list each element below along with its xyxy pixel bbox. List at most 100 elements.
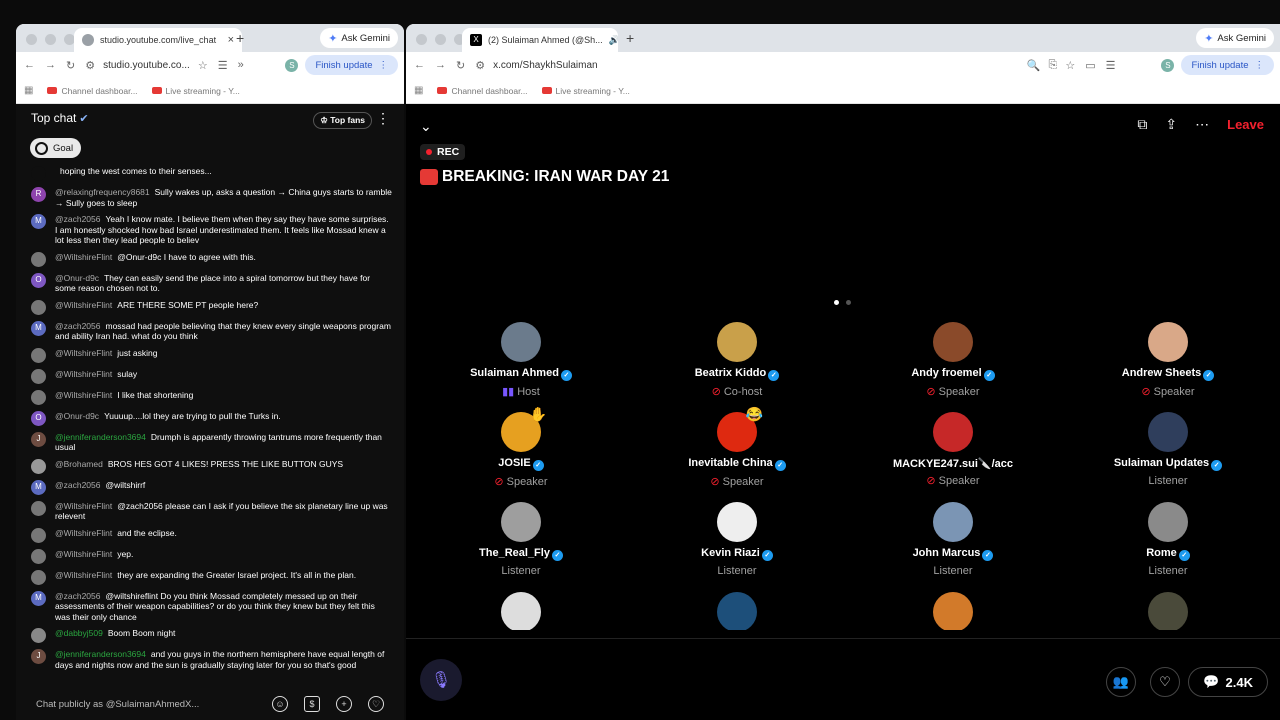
- chat-username[interactable]: @zach2056: [55, 214, 101, 224]
- chevron-check-icon[interactable]: ✔: [79, 112, 88, 125]
- extensions-icon[interactable]: ☰: [1106, 59, 1116, 72]
- chat-username[interactable]: @WiltshireFlint: [55, 369, 112, 379]
- participant-avatar[interactable]: [501, 592, 541, 630]
- profile-avatar[interactable]: S: [1161, 58, 1175, 72]
- participant-avatar[interactable]: [933, 592, 973, 630]
- zoom-icon[interactable]: 🔍: [1027, 59, 1041, 72]
- chat-username[interactable]: @WiltshireFlint: [55, 300, 112, 310]
- minimize-chevron-icon[interactable]: ⌄: [420, 118, 432, 135]
- avatar[interactable]: J: [31, 649, 46, 664]
- address-bar[interactable]: ⚙ x.com/ShaykhSulaiman 🔍 ⎘ ☆: [475, 59, 1075, 72]
- tab-live-chat[interactable]: studio.youtube.com/live_chat ×: [74, 28, 242, 52]
- participant-avatar[interactable]: [1148, 322, 1188, 362]
- chat-username[interactable]: @WiltshireFlint: [55, 501, 112, 511]
- avatar[interactable]: M: [31, 590, 46, 606]
- profile-avatar[interactable]: S: [285, 58, 299, 72]
- avatar[interactable]: [31, 458, 46, 474]
- avatar[interactable]: [31, 548, 46, 564]
- top-fans-button[interactable]: ♔ Top fans: [313, 112, 372, 129]
- chat-username[interactable]: @zach2056: [55, 321, 101, 331]
- mic-button[interactable]: 🎙: [420, 659, 462, 701]
- participant-avatar[interactable]: [1148, 502, 1188, 542]
- apps-grid-icon[interactable]: ▦: [414, 85, 423, 96]
- avatar[interactable]: [31, 500, 46, 516]
- participant[interactable]: Andy froemel ✓ ⊘ Speaker: [853, 322, 1053, 398]
- address-bar[interactable]: ⚙ studio.youtube.co... ☆: [85, 59, 207, 72]
- chat-input[interactable]: Chat publicly as @SulaimanAhmedX...: [36, 699, 256, 710]
- participant-avatar[interactable]: [717, 502, 757, 542]
- participant[interactable]: [1068, 592, 1268, 630]
- ask-gemini-button[interactable]: ✦ Ask Gemini: [1196, 28, 1274, 48]
- chat-username[interactable]: @WiltshireFlint: [55, 549, 112, 559]
- participant[interactable]: Beatrix Kiddo ✓ ⊘ Co-host: [637, 322, 837, 398]
- new-tab-icon[interactable]: +: [626, 30, 634, 46]
- reload-icon[interactable]: ↻: [66, 59, 75, 72]
- avatar[interactable]: [31, 368, 46, 384]
- participant[interactable]: Kevin Riazi ✓ Listener: [637, 502, 837, 577]
- participant-avatar[interactable]: [933, 502, 973, 542]
- avatar[interactable]: [31, 251, 46, 267]
- participant[interactable]: MACKYE247.sui🔪/acc ⊘ Speaker: [853, 412, 1053, 487]
- chat-username[interactable]: @WiltshireFlint: [55, 390, 112, 400]
- participant-avatar[interactable]: [1148, 592, 1188, 630]
- participant-avatar[interactable]: [717, 322, 757, 362]
- reload-icon[interactable]: ↻: [456, 59, 465, 72]
- window-controls[interactable]: [416, 34, 465, 45]
- comments-count-button[interactable]: 💬 2.4K: [1188, 667, 1268, 697]
- more-icon[interactable]: ⋯: [1195, 116, 1209, 133]
- bookmark-live-streaming[interactable]: Live streaming - Y...: [541, 86, 630, 96]
- participant[interactable]: Sulaiman Ahmed ✓ ▮▮ Host: [421, 322, 621, 398]
- participant-avatar[interactable]: [933, 412, 973, 452]
- forward-icon[interactable]: →: [45, 59, 56, 71]
- chat-mode-title[interactable]: Top chat: [31, 111, 76, 125]
- participant-avatar[interactable]: 😂: [717, 406, 763, 452]
- chat-username[interactable]: @dabbyj509: [55, 628, 103, 638]
- emoji-icon[interactable]: ☺: [272, 696, 288, 712]
- finish-update-button[interactable]: S Finish update ⋮: [1161, 55, 1274, 75]
- react-heart-button[interactable]: ♡: [1150, 667, 1180, 697]
- avatar[interactable]: [31, 347, 46, 363]
- chat-username[interactable]: @zach2056: [55, 480, 101, 490]
- chat-username[interactable]: @Onur-d9c: [55, 273, 99, 283]
- chat-message-list[interactable]: hoping the west comes to their senses...…: [16, 166, 404, 688]
- participant[interactable]: The_Real_Fly ✓ Listener: [421, 502, 621, 577]
- avatar[interactable]: [31, 527, 46, 543]
- chat-username[interactable]: @WiltshireFlint: [55, 348, 112, 358]
- participant-avatar[interactable]: [501, 502, 541, 542]
- chat-username[interactable]: @WiltshireFlint: [55, 528, 112, 538]
- new-tab-icon[interactable]: +: [236, 30, 244, 46]
- chat-username[interactable]: @jenniferanderson3694: [55, 432, 146, 442]
- chat-username[interactable]: @WiltshireFlint: [55, 570, 112, 580]
- leave-button[interactable]: Leave: [1227, 117, 1264, 132]
- site-settings-icon[interactable]: ⚙: [475, 59, 485, 72]
- chat-username[interactable]: @Onur-d9c: [55, 411, 99, 421]
- chat-username[interactable]: @zach2056: [55, 591, 101, 601]
- chat-username[interactable]: @WiltshireFlint: [55, 252, 112, 262]
- heart-icon[interactable]: ♡: [368, 696, 384, 712]
- back-icon[interactable]: ←: [24, 59, 35, 71]
- extensions-icon[interactable]: ☰: [218, 59, 228, 72]
- site-settings-icon[interactable]: ⚙: [85, 59, 95, 72]
- participant[interactable]: Rome ✓ Listener: [1068, 502, 1268, 577]
- url-text[interactable]: studio.youtube.co...: [103, 60, 190, 71]
- bookmark-live-streaming[interactable]: Live streaming - Y...: [151, 86, 240, 96]
- close-tab-icon[interactable]: ×: [228, 34, 234, 46]
- avatar[interactable]: M: [31, 320, 46, 336]
- avatar[interactable]: O: [31, 410, 46, 426]
- participant[interactable]: John Marcus ✓ Listener: [853, 502, 1053, 577]
- participant-avatar[interactable]: [933, 322, 973, 362]
- avatar[interactable]: M: [31, 214, 46, 229]
- avatar[interactable]: [31, 569, 46, 585]
- bookmark-star-icon[interactable]: ☆: [198, 59, 208, 72]
- participant[interactable]: Sulaiman Updates ✓ Listener: [1068, 412, 1268, 487]
- tab-x-space[interactable]: X (2) Sulaiman Ahmed (@Sh... 🔊 ×: [462, 28, 618, 52]
- share-icon[interactable]: ⇪: [1165, 116, 1177, 133]
- chat-more-icon[interactable]: ⋮: [376, 110, 390, 127]
- avatar[interactable]: [31, 299, 46, 315]
- ask-gemini-button[interactable]: ✦ Ask Gemini: [320, 28, 398, 48]
- participant[interactable]: 😂 Inevitable China ✓ ⊘ Speaker: [637, 406, 837, 488]
- back-icon[interactable]: ←: [414, 59, 425, 71]
- pip-icon[interactable]: ⧉: [1137, 116, 1147, 133]
- chat-username[interactable]: @Brohamed: [55, 459, 103, 469]
- participant[interactable]: ✋ JOSIE ✓ ⊘ Speaker: [421, 406, 621, 488]
